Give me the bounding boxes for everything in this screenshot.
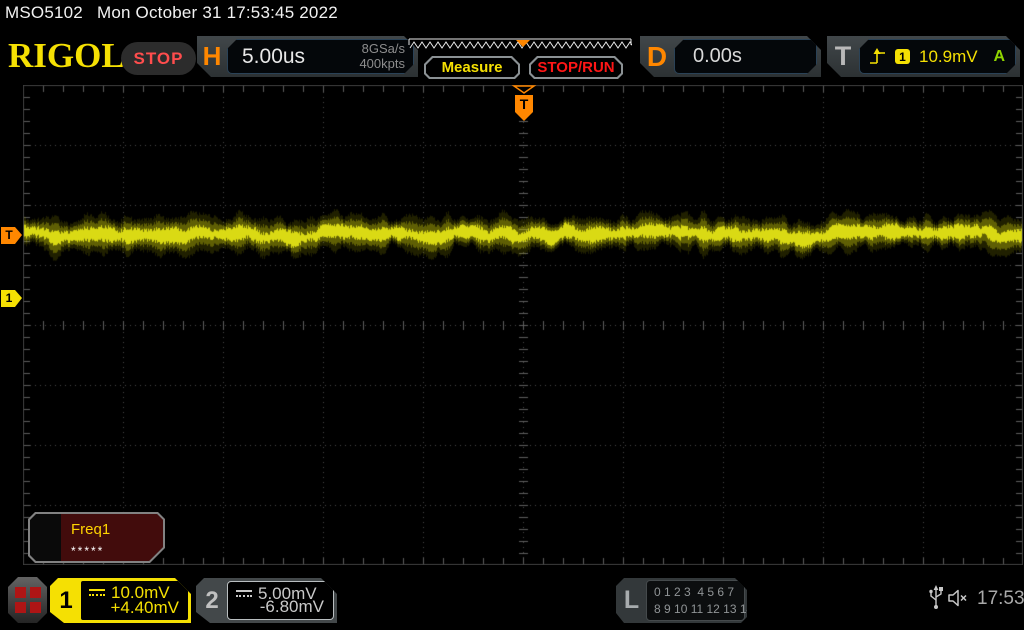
channel2-offset: -6.80mV (259, 597, 324, 616)
run-state-badge[interactable]: STOP (121, 42, 196, 75)
oscilloscope-screen: MSO5102 Mon October 31 17:53:45 2022 RIGO… (0, 0, 1024, 630)
logic-row1: 0 1 2 3 4 5 6 7 (654, 585, 735, 600)
trigger-position-marker[interactable]: T (511, 85, 537, 125)
measurement-value: ***** (71, 544, 105, 558)
horizontal-label: H (202, 41, 222, 71)
clock: 17:53 (977, 588, 1024, 609)
logic-channels-panel[interactable]: L 0 1 2 3 4 5 6 7 8 9 10 11 12 13 14 15 (616, 578, 747, 623)
memory-preview-icon (408, 38, 635, 49)
trigger-level-value: 10.9mV (919, 46, 978, 66)
channel1-number: 1 (59, 586, 73, 614)
dc-coupling-icon (89, 589, 105, 598)
windows-menu-button[interactable] (8, 577, 47, 623)
waveform-overview-strip[interactable] (408, 37, 635, 55)
memory-depth: 400kpts (359, 55, 405, 71)
title-bar: MSO5102 Mon October 31 17:53:45 2022 (5, 3, 352, 23)
graticule: T (23, 85, 1023, 565)
measure-button-label: Measure (441, 59, 503, 76)
delay-value: 0.00s (693, 45, 742, 67)
datetime: Mon October 31 17:53:45 2022 (96, 3, 338, 22)
acquisition-info: 8GSa/s 400kpts (359, 42, 413, 71)
channel2-panel[interactable]: 2 5.00mV -6.80mV (196, 578, 337, 623)
trigger-mode: A (993, 47, 1005, 65)
trigger-level-marker[interactable]: T (1, 227, 22, 244)
speaker-muted-icon[interactable] (947, 589, 973, 607)
channel1-offset: +4.40mV (110, 598, 179, 617)
logic-label: L (623, 586, 640, 614)
timebase-box[interactable]: 5.00us 8GSa/s 400kpts (227, 39, 414, 74)
rigol-logo: RIGOL (8, 36, 125, 75)
sample-rate: 8GSa/s (361, 41, 405, 57)
rising-edge-trigger-icon (870, 48, 886, 66)
measurement-panel[interactable]: Freq1 ***** (28, 512, 165, 563)
usb-icon (929, 585, 943, 609)
channel1-panel[interactable]: 1 10.0mV +4.40mV (50, 578, 191, 623)
waveform-display (23, 85, 1023, 565)
grid-icon (15, 587, 41, 613)
trigger-label: T (834, 41, 852, 71)
delay-box[interactable]: 0.00s (674, 39, 817, 74)
measurement-label: Freq1 (71, 521, 111, 538)
measure-button[interactable]: Measure (424, 56, 520, 79)
channel2-number: 2 (205, 586, 219, 614)
trigger-flag-letter: T (520, 96, 529, 112)
timebase-value: 5.00us (242, 44, 306, 68)
trigger-panel[interactable]: T 1 10.9mV A (827, 36, 1020, 77)
delay-panel[interactable]: D 0.00s (640, 36, 821, 77)
trigger-source-badge: 1 (895, 49, 910, 64)
logic-row2: 8 9 10 11 12 13 14 15 (654, 601, 770, 616)
horizontal-panel[interactable]: H 5.00us 8GSa/s 400kpts (197, 36, 418, 77)
model-name: MSO5102 (5, 3, 83, 22)
stop-run-button-label: STOP/RUN (537, 59, 615, 76)
delay-label: D (646, 40, 668, 72)
channel1-offset-marker[interactable]: 1 (1, 290, 22, 307)
stop-run-button[interactable]: STOP/RUN (529, 56, 623, 79)
dc-coupling-icon (236, 590, 252, 599)
trigger-box[interactable]: 1 10.9mV A (859, 39, 1016, 74)
